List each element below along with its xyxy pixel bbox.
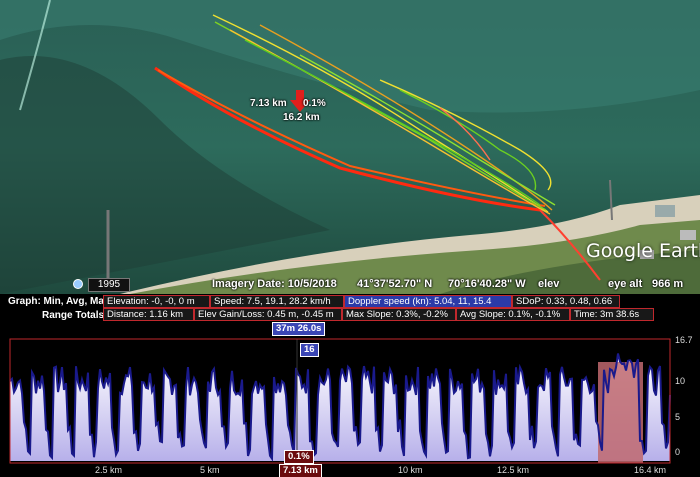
elev-gain-stat: Elev Gain/Loss: 0.45 m, -0.45 m: [194, 308, 342, 321]
speed-stat[interactable]: Speed: 7.5, 19.1, 28.2 km/h: [210, 295, 344, 308]
elevation-profile-graph[interactable]: 16.7 10 5 0 2.5 km 5 km 10 km 12.5 km 16…: [0, 322, 700, 477]
cursor-time-flag: 37m 26.0s: [272, 322, 326, 336]
avg-slope-stat: Avg Slope: 0.1%, -0.1%: [456, 308, 570, 321]
marker-distance: 7.13 km: [250, 98, 287, 109]
x-tick-label: 16.4 km: [634, 465, 666, 475]
imagery-date: Imagery Date: 10/5/2018: [212, 278, 337, 290]
marker-slope: 0.1%: [303, 98, 326, 109]
x-tick-label: 2.5 km: [95, 465, 122, 475]
time-stat: Time: 3m 38.6s: [570, 308, 654, 321]
cursor-value-flag: 16: [300, 343, 319, 357]
elevation-label: elev: [538, 278, 560, 290]
cursor-slope-flag: 0.1%: [284, 450, 314, 464]
doppler-speed-stat[interactable]: Doppler speed (kn): 5.04, 11, 15.4: [344, 295, 512, 308]
longitude: 70°16'40.28" W: [448, 278, 526, 290]
stats-panel: Graph: Min, Avg, Max Range Totals: Eleva…: [0, 294, 700, 322]
max-slope-stat: Max Slope: 0.3%, -0.2%: [342, 308, 456, 321]
distance-stat: Distance: 1.16 km: [103, 308, 194, 321]
map-view[interactable]: 7.13 km 0.1% 16.2 km Google Earth 1995 I…: [0, 0, 700, 294]
x-tick-label: 10 km: [398, 465, 423, 475]
latitude: 41°37'52.70" N: [357, 278, 433, 290]
marker-total: 16.2 km: [283, 112, 320, 123]
range-totals-label: Range Totals:: [42, 310, 108, 321]
cursor-distance-flag: 7.13 km: [279, 464, 322, 477]
map-status-bar: Imagery Date: 10/5/2018 41°37'52.70" N 7…: [0, 276, 700, 294]
y-tick-label: 5: [675, 412, 680, 422]
y-tick-label: 10: [675, 376, 685, 386]
profile-plot[interactable]: 16.7 10 5 0 2.5 km 5 km 10 km 12.5 km 16…: [0, 322, 700, 477]
google-earth-logo: Google Earth: [586, 240, 700, 262]
y-tick-label: 0: [675, 447, 680, 457]
graph-stats-label: Graph: Min, Avg, Max: [8, 296, 110, 307]
y-tick-label: 16.7: [675, 335, 693, 345]
eye-alt-label: eye alt: [608, 278, 643, 290]
eye-alt-value: 966 m: [652, 278, 684, 290]
x-tick-label: 12.5 km: [497, 465, 529, 475]
sdop-stat[interactable]: SDoP: 0.33, 0.48, 0.66: [512, 295, 620, 308]
elevation-stat: Elevation: -0, -0, 0 m: [103, 295, 210, 308]
x-tick-label: 5 km: [200, 465, 220, 475]
